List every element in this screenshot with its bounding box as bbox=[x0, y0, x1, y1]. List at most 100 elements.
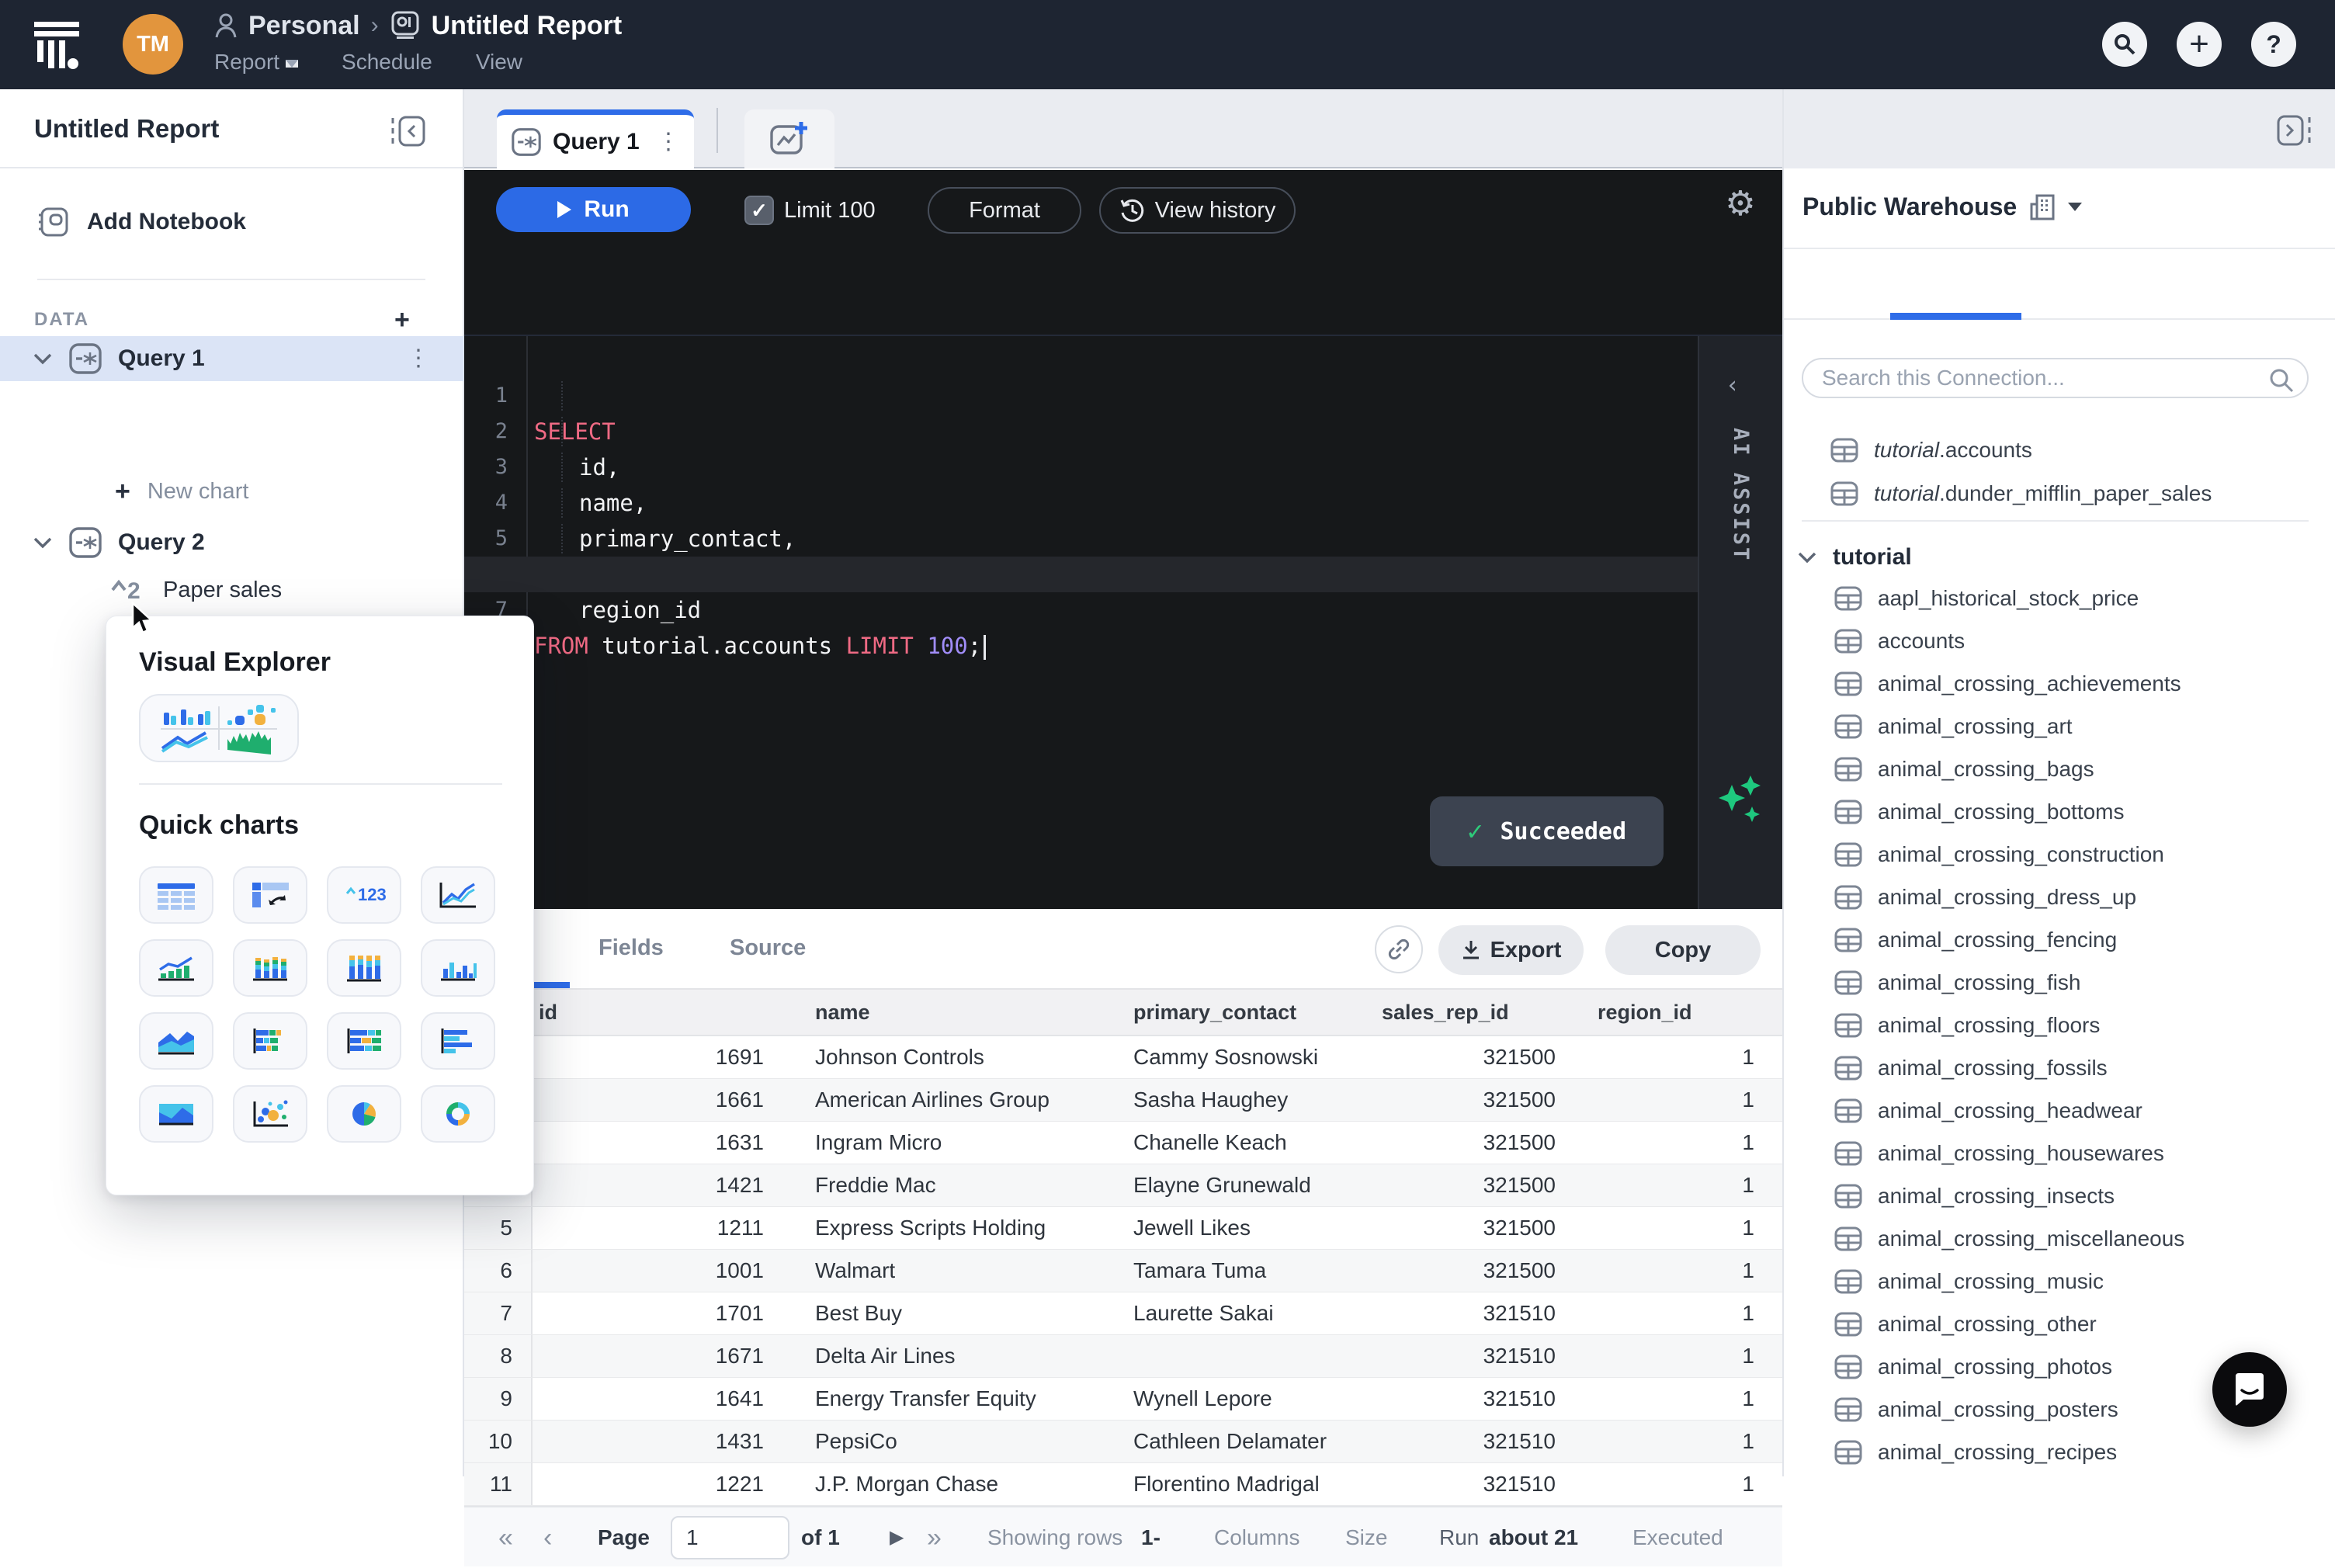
connection-selector[interactable]: Public Warehouse bbox=[1802, 193, 2083, 221]
quick-chart-line-bar-combo-icon[interactable] bbox=[139, 939, 213, 997]
schema-table-item[interactable]: animal_crossing_insects bbox=[1784, 1174, 2335, 1217]
svg-text:123: 123 bbox=[358, 885, 386, 904]
view-history-button[interactable]: View history bbox=[1099, 187, 1296, 234]
next-page-button[interactable]: ▶ bbox=[890, 1507, 904, 1568]
menu-view[interactable]: View bbox=[476, 50, 522, 75]
svg-text:2: 2 bbox=[127, 578, 141, 602]
collapse-sidebar-icon[interactable] bbox=[390, 115, 426, 147]
first-page-button[interactable]: « bbox=[498, 1507, 513, 1568]
schema-table-item[interactable]: animal_crossing_music bbox=[1784, 1260, 2335, 1303]
tab-fields[interactable]: Fields bbox=[598, 935, 664, 961]
sidebar-item-query1[interactable]: Query 1 ⋮ bbox=[0, 336, 464, 381]
last-page-button[interactable]: » bbox=[927, 1507, 942, 1568]
quick-chart-filled-area-icon[interactable] bbox=[139, 1085, 213, 1143]
limit-checkbox[interactable]: ✓ bbox=[744, 196, 774, 225]
schema-table-name: animal_crossing_insects bbox=[1878, 1183, 2115, 1208]
schema-table-item[interactable]: animal_crossing_bags bbox=[1784, 748, 2335, 790]
new-chart-tab[interactable] bbox=[744, 109, 834, 168]
quick-chart-bar-icon[interactable] bbox=[421, 1012, 495, 1070]
schema-table-item[interactable]: animal_crossing_fish bbox=[1784, 961, 2335, 1004]
prev-page-button[interactable]: ‹ bbox=[543, 1507, 552, 1568]
export-button[interactable]: Export bbox=[1438, 925, 1584, 975]
schema-table-item[interactable]: animal_crossing_achievements bbox=[1784, 662, 2335, 705]
quick-chart-column-icon[interactable] bbox=[421, 939, 495, 997]
quick-chart-stacked-bar-100-icon[interactable] bbox=[327, 1012, 401, 1070]
limit-label: Limit 100 bbox=[784, 198, 876, 223]
column-header-id[interactable]: id bbox=[533, 1001, 798, 1025]
chevron-down-icon[interactable] bbox=[33, 352, 53, 366]
gear-icon[interactable]: ⚙ bbox=[1709, 184, 1771, 224]
column-header-region-id[interactable]: region_id bbox=[1590, 1001, 1782, 1025]
quick-chart-donut-icon[interactable] bbox=[421, 1085, 495, 1143]
add-data-button[interactable]: + bbox=[394, 305, 410, 335]
schema-table-item[interactable]: animal_crossing_housewares bbox=[1784, 1132, 2335, 1174]
chat-launcher-button[interactable] bbox=[2212, 1352, 2287, 1427]
copy-button[interactable]: Copy bbox=[1605, 925, 1761, 975]
sidebar-item-query2[interactable]: Query 2 bbox=[0, 521, 464, 564]
schema-group-tutorial[interactable]: tutorial bbox=[1797, 539, 2333, 575]
breadcrumb-report-title[interactable]: Untitled Report bbox=[432, 11, 623, 41]
cell-name: American Airlines Group bbox=[815, 1088, 1050, 1112]
sql-editor[interactable]: 1 SELECT 2 id, 3 name, 4 primary_contact… bbox=[464, 335, 1782, 911]
recent-table-accounts[interactable]: tutorial.accounts bbox=[1784, 431, 2335, 470]
schema-table-item[interactable]: animal_crossing_floors bbox=[1784, 1004, 2335, 1046]
quick-chart-bubble-scatter-icon[interactable] bbox=[233, 1085, 307, 1143]
add-button[interactable]: + bbox=[2177, 22, 2222, 67]
quick-chart-stacked-column-100-icon[interactable] bbox=[327, 939, 401, 997]
recent-table-dunder-mifflin[interactable]: tutorial.dunder_mifflin_paper_sales bbox=[1784, 474, 2335, 513]
breadcrumb-workspace[interactable]: Personal bbox=[248, 11, 360, 41]
schema-table-item[interactable]: animal_crossing_bottoms bbox=[1784, 790, 2335, 833]
collapse-connection-panel-icon[interactable] bbox=[2276, 114, 2312, 147]
tab-query1[interactable]: Query 1 ⋮ bbox=[497, 109, 694, 168]
quick-chart-table-icon[interactable] bbox=[139, 866, 213, 924]
sidebar-item-paper-sales[interactable]: 2 Paper sales bbox=[0, 569, 464, 611]
schema-table-item[interactable]: animal_crossing_other bbox=[1784, 1303, 2335, 1345]
cell-id: 1661 bbox=[715, 1088, 764, 1112]
columns-label[interactable]: Columns bbox=[1214, 1507, 1299, 1568]
column-header-primary-contact[interactable]: primary_contact bbox=[1116, 1001, 1374, 1025]
schema-table-item[interactable]: accounts bbox=[1784, 619, 2335, 662]
column-header-name[interactable]: name bbox=[798, 1001, 1116, 1025]
schema-table-item[interactable]: animal_crossing_art bbox=[1784, 705, 2335, 748]
schema-table-item[interactable]: animal_crossing_fossils bbox=[1784, 1046, 2335, 1089]
format-button[interactable]: Format bbox=[928, 187, 1081, 234]
avatar[interactable]: TM bbox=[123, 14, 183, 75]
connection-search-input[interactable] bbox=[1802, 358, 2309, 398]
quick-chart-stacked-column-icon[interactable] bbox=[233, 939, 307, 997]
schema-table-item[interactable]: animal_crossing_dress_up bbox=[1784, 876, 2335, 918]
kebab-menu-icon[interactable]: ⋮ bbox=[407, 347, 430, 370]
schema-table-item[interactable]: animal_crossing_miscellaneous bbox=[1784, 1217, 2335, 1260]
quick-chart-big-number-icon[interactable]: 123 bbox=[327, 866, 401, 924]
sidebar-item-new-chart-1[interactable]: + New chart bbox=[0, 471, 464, 512]
menu-report[interactable]: Report bbox=[214, 50, 299, 75]
search-button[interactable] bbox=[2102, 22, 2147, 67]
quick-chart-pivot-icon[interactable] bbox=[233, 866, 307, 924]
schema-table-item[interactable]: animal_crossing_fencing bbox=[1784, 918, 2335, 961]
menu-schedule[interactable]: Schedule bbox=[342, 50, 432, 75]
schema-table-item[interactable]: animal_crossing_headwear bbox=[1784, 1089, 2335, 1132]
chevron-down-icon[interactable] bbox=[33, 536, 53, 550]
run-button[interactable]: Run bbox=[496, 187, 691, 232]
chevron-left-icon[interactable]: ‹ bbox=[1726, 372, 1740, 399]
quick-chart-line-icon[interactable] bbox=[421, 866, 495, 924]
add-notebook-button[interactable]: Add Notebook bbox=[0, 195, 464, 249]
tab-source[interactable]: Source bbox=[730, 935, 806, 961]
quick-chart-stacked-bar-icon[interactable] bbox=[233, 1012, 307, 1070]
main-area: Query 1 ⋮ Run ✓ Limit 100 Format View hi… bbox=[464, 89, 1782, 1566]
page-number-input[interactable] bbox=[671, 1516, 789, 1559]
quick-chart-pie-icon[interactable] bbox=[327, 1085, 401, 1143]
share-link-button[interactable] bbox=[1375, 925, 1423, 973]
help-button[interactable]: ? bbox=[2251, 22, 2296, 67]
schema-table-item[interactable]: aapl_historical_stock_price bbox=[1784, 577, 2335, 619]
size-label[interactable]: Size bbox=[1345, 1507, 1387, 1568]
page-of-label: of 1 bbox=[801, 1525, 840, 1549]
schema-table-item[interactable]: animal_crossing_construction bbox=[1784, 833, 2335, 876]
schema-table-item[interactable]: animal_crossing_recipes bbox=[1784, 1431, 2335, 1473]
mode-logo-icon[interactable] bbox=[33, 20, 81, 70]
ai-assist-panel[interactable]: ‹ AI ASSIST bbox=[1698, 336, 1782, 911]
tab-kebab-menu-icon[interactable]: ⋮ bbox=[657, 130, 680, 154]
column-header-sales-rep-id[interactable]: sales_rep_id bbox=[1374, 1001, 1590, 1025]
quick-chart-area-icon[interactable] bbox=[139, 1012, 213, 1070]
visual-explorer-button[interactable] bbox=[139, 694, 299, 762]
run-time-value: about 21 bbox=[1489, 1525, 1579, 1549]
